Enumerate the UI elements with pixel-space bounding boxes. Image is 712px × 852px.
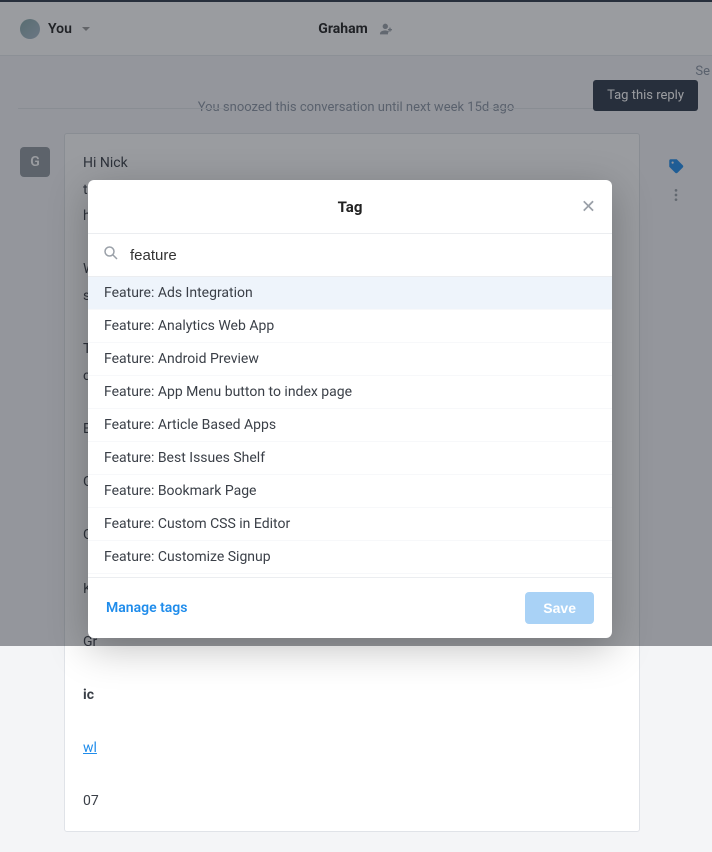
tag-option[interactable]: Feature: Android Preview <box>88 343 612 376</box>
tag-option[interactable]: Feature: Best Issues Shelf <box>88 442 612 475</box>
tag-option[interactable]: Feature: Bookmark Page <box>88 475 612 508</box>
modal-header: Tag ✕ <box>88 180 612 234</box>
close-icon[interactable]: ✕ <box>581 196 596 217</box>
tag-list: Feature: Ads Integration Feature: Analyt… <box>88 277 612 577</box>
search-icon <box>102 244 120 266</box>
manage-tags-link[interactable]: Manage tags <box>106 600 187 616</box>
tag-option[interactable]: Feature: App Menu button to index page <box>88 376 612 409</box>
tag-option[interactable]: Feature: Article Based Apps <box>88 409 612 442</box>
search-row <box>88 234 612 277</box>
tag-option[interactable]: Feature: Ads Integration <box>88 277 612 310</box>
tag-option[interactable]: Feature: Custom CSS in Editor <box>88 508 612 541</box>
message-line-bold: ic <box>83 682 621 709</box>
tag-option[interactable]: Feature: Customize Signup <box>88 541 612 574</box>
save-button[interactable]: Save <box>525 592 594 624</box>
message-line: 07 <box>83 788 621 815</box>
tag-search-input[interactable] <box>130 247 598 264</box>
tag-option[interactable]: Feature: Analytics Web App <box>88 310 612 343</box>
modal-title: Tag <box>338 198 363 216</box>
modal-footer: Manage tags Save <box>88 577 612 638</box>
message-line-link[interactable]: wl <box>83 735 621 762</box>
tag-modal: Tag ✕ Feature: Ads Integration Feature: … <box>88 180 612 638</box>
